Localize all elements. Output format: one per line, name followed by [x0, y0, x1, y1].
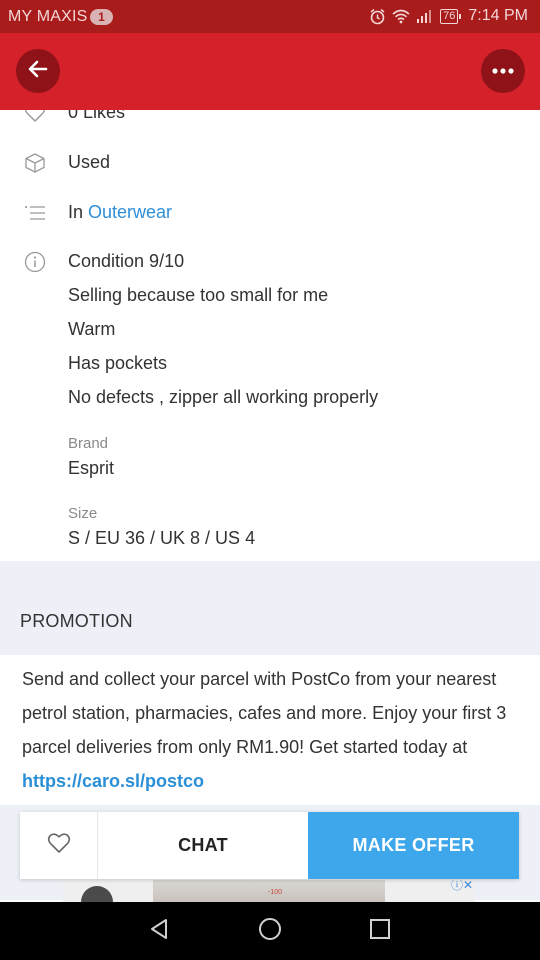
listing-details: 0 Likes Used In Outerwear Condition 9/10… — [0, 110, 540, 900]
nav-recents-button[interactable] — [365, 916, 395, 946]
back-button[interactable] — [16, 49, 60, 93]
nav-home-icon — [258, 917, 282, 946]
box-icon — [24, 152, 46, 174]
mute-icon[interactable] — [81, 886, 113, 902]
carrier-name: MY MAXIS — [8, 8, 88, 25]
likes-row[interactable]: 0 Likes — [0, 110, 540, 128]
chat-button[interactable]: CHAT — [98, 812, 308, 879]
description-line: Warm — [68, 319, 116, 339]
arrow-left-icon — [26, 57, 50, 86]
description-line: Selling because too small for me — [68, 285, 329, 305]
signal-icon — [416, 9, 434, 23]
category-row: In Outerwear — [0, 198, 540, 228]
info-icon — [24, 251, 46, 273]
more-options-button[interactable] — [481, 49, 525, 93]
nav-back-button[interactable] — [144, 916, 174, 946]
category-text: In Outerwear — [68, 202, 172, 223]
likes-count[interactable]: 0 Likes — [68, 110, 125, 123]
app-bar — [0, 33, 540, 110]
category-link[interactable]: Outerwear — [88, 202, 172, 222]
ad-price-tag: -100 — [268, 889, 283, 896]
description-line: Has pockets — [68, 353, 168, 373]
promotion-title: PROMOTION — [20, 611, 133, 631]
nav-back-icon — [148, 917, 170, 946]
heart-outline-icon — [47, 832, 71, 859]
more-dots-icon — [491, 62, 515, 80]
notification-count: 1 — [90, 9, 113, 25]
nav-home-button[interactable] — [255, 916, 285, 946]
size-value: S / EU 36 / UK 8 / US 4 — [68, 528, 256, 548]
like-button[interactable] — [20, 812, 98, 879]
nav-recents-icon — [369, 918, 391, 945]
adchoices-icon[interactable]: ⓘ✕ — [433, 880, 473, 891]
promotion-body: Send and collect your parcel with PostCo… — [22, 662, 522, 798]
condition-type-row: Used — [0, 148, 540, 178]
action-bar: CHAT MAKE OFFER — [20, 812, 519, 879]
make-offer-button[interactable]: MAKE OFFER — [308, 812, 519, 879]
category-list-icon — [24, 202, 46, 224]
battery-icon: 76 — [440, 8, 462, 24]
promotion-header: PROMOTION — [0, 561, 540, 655]
alarm-icon — [369, 8, 386, 25]
promotion-link[interactable]: https://caro.sl/postco — [22, 771, 204, 791]
brand-value: Esprit — [68, 458, 115, 478]
promotion-text: Send and collect your parcel with PostCo… — [22, 669, 507, 757]
wifi-icon — [392, 9, 410, 24]
clock: 7:14 PM — [468, 7, 528, 24]
condition-type: Used — [68, 152, 111, 172]
category-prefix: In — [68, 202, 89, 222]
brand-label: Brand — [68, 435, 109, 452]
status-icons: 76 7:14 PM — [369, 7, 528, 25]
heart-icon — [24, 110, 46, 124]
description-line: Condition 9/10 — [68, 251, 185, 271]
description-line: No defects , zipper all working properly — [68, 387, 379, 407]
status-bar: MY MAXIS 1 76 7:14 PM — [0, 0, 540, 33]
size-label: Size — [68, 505, 98, 522]
system-nav-bar — [0, 902, 540, 960]
ad-banner[interactable]: -100 ⓘ✕ — [63, 880, 475, 902]
